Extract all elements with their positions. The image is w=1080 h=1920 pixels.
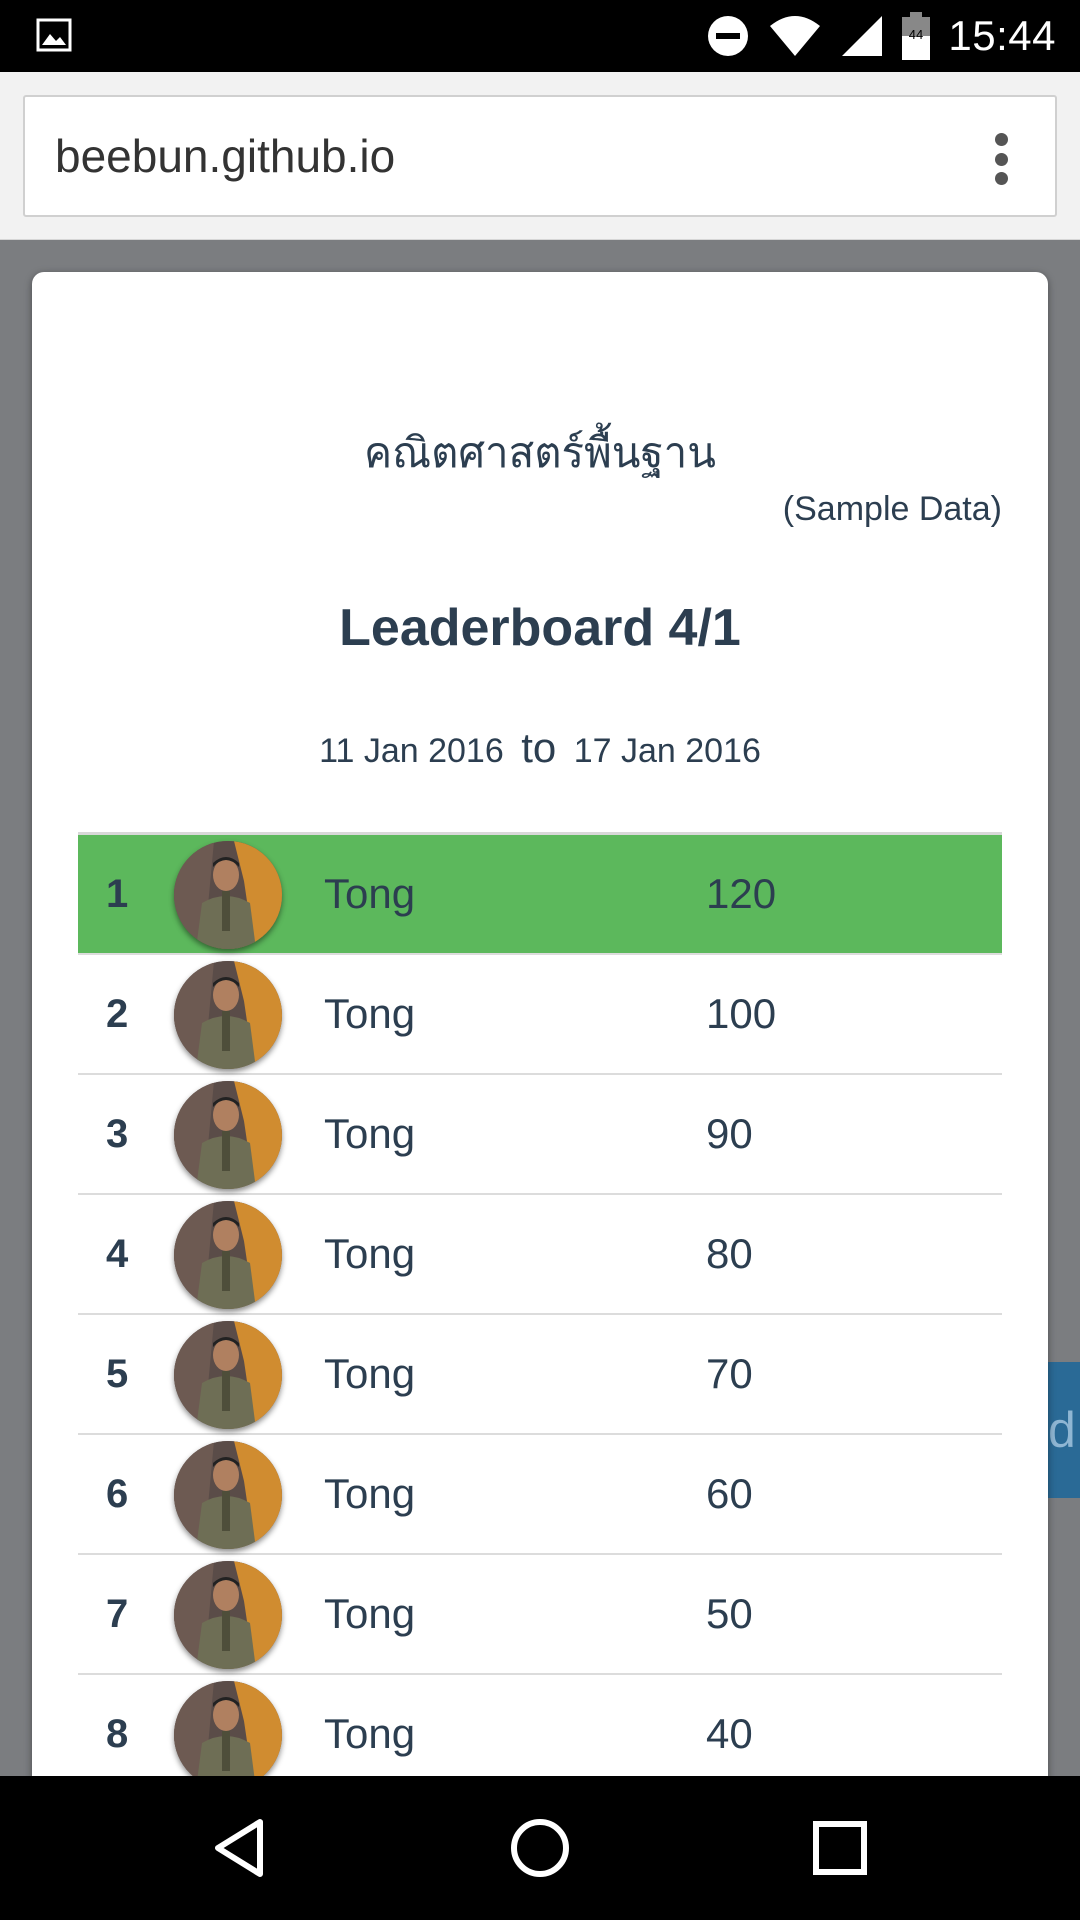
- table-row: 5 Tong 70: [78, 1315, 1002, 1435]
- table-row: 8 Tong 40: [78, 1675, 1002, 1776]
- subject-title: คณิตศาสตร์พื้นฐาน: [364, 428, 716, 477]
- player-name: Tong: [324, 1470, 416, 1517]
- gallery-icon: [36, 18, 72, 52]
- do-not-disturb-icon: [708, 16, 749, 56]
- rank-cell: 1: [106, 872, 129, 916]
- clock: 15:44: [948, 12, 1056, 59]
- player-name: Tong: [324, 1230, 416, 1277]
- url-bar[interactable]: beebun.github.io: [23, 95, 1057, 217]
- score-cell: 120: [706, 870, 777, 917]
- browser-toolbar: beebun.github.io: [0, 72, 1080, 240]
- sample-data-note: (Sample Data): [782, 490, 1002, 528]
- rank-cell: 3: [106, 1112, 129, 1156]
- player-name: Tong: [324, 1350, 416, 1397]
- rank-cell: 6: [106, 1472, 129, 1516]
- side-tab[interactable]: d: [1046, 1362, 1080, 1498]
- score-cell: 50: [706, 1590, 753, 1637]
- leaderboard-card: คณิตศาสตร์พื้นฐาน (Sample Data) Leaderbo…: [32, 272, 1048, 1776]
- score-cell: 60: [706, 1470, 753, 1517]
- player-name: Tong: [324, 870, 416, 917]
- player-name: Tong: [324, 1110, 416, 1157]
- avatar: [174, 1681, 282, 1776]
- page-title: Leaderboard 4/1: [339, 599, 741, 657]
- avatar: [174, 1201, 282, 1309]
- avatar: [174, 1321, 282, 1429]
- battery-level: 44: [909, 27, 923, 42]
- signal-icon: [842, 16, 883, 56]
- rank-cell: 5: [106, 1352, 129, 1396]
- rank-cell: 2: [106, 992, 129, 1036]
- rank-cell: 8: [106, 1712, 129, 1756]
- score-cell: 40: [706, 1710, 753, 1757]
- table-row: 3 Tong 90: [78, 1075, 1002, 1195]
- score-cell: 80: [706, 1230, 753, 1277]
- table-row: 4 Tong 80: [78, 1195, 1002, 1315]
- rank-cell: 4: [106, 1232, 129, 1276]
- avatar: [174, 1081, 282, 1189]
- score-cell: 90: [706, 1110, 753, 1157]
- player-name: Tong: [324, 1710, 416, 1757]
- wifi-icon: [770, 16, 821, 56]
- avatar: [174, 841, 282, 949]
- player-name: Tong: [324, 1590, 416, 1637]
- table-row: 2 Tong 100: [78, 955, 1002, 1075]
- page-backdrop: d คณิตศาสตร์พื้นฐาน (Sample Data) Leader…: [0, 240, 1080, 1776]
- table-row: 7 Tong 50: [78, 1555, 1002, 1675]
- navigation-bar: [0, 1776, 1080, 1920]
- url-text[interactable]: beebun.github.io: [55, 97, 395, 215]
- date-from: 11 Jan 2016: [319, 732, 504, 770]
- table-row: 1 Tong 120: [78, 835, 1002, 955]
- battery-icon: 44: [902, 12, 931, 60]
- home-icon[interactable]: [504, 1812, 576, 1884]
- avatar: [174, 1441, 282, 1549]
- overflow-menu-icon[interactable]: [993, 133, 1009, 185]
- score-cell: 70: [706, 1350, 753, 1397]
- recents-icon[interactable]: [804, 1812, 876, 1884]
- avatar: [174, 1561, 282, 1669]
- leaderboard-table: 1 Tong 120 2 Tong 100 3 Tong 90 4 Tong 80 5 Tong 70 6 To…: [78, 832, 1002, 1776]
- date-to-word: to: [521, 724, 557, 771]
- status-bar: 44 15:44: [0, 0, 1080, 72]
- score-cell: 100: [706, 990, 777, 1037]
- player-name: Tong: [324, 990, 416, 1037]
- avatar: [174, 961, 282, 1069]
- date-range: 11 Jan 2016 to 17 Jan 2016: [32, 724, 1048, 772]
- back-icon[interactable]: [204, 1812, 276, 1884]
- rank-cell: 7: [106, 1592, 129, 1636]
- table-row: 6 Tong 60: [78, 1435, 1002, 1555]
- date-to: 17 Jan 2016: [573, 732, 761, 770]
